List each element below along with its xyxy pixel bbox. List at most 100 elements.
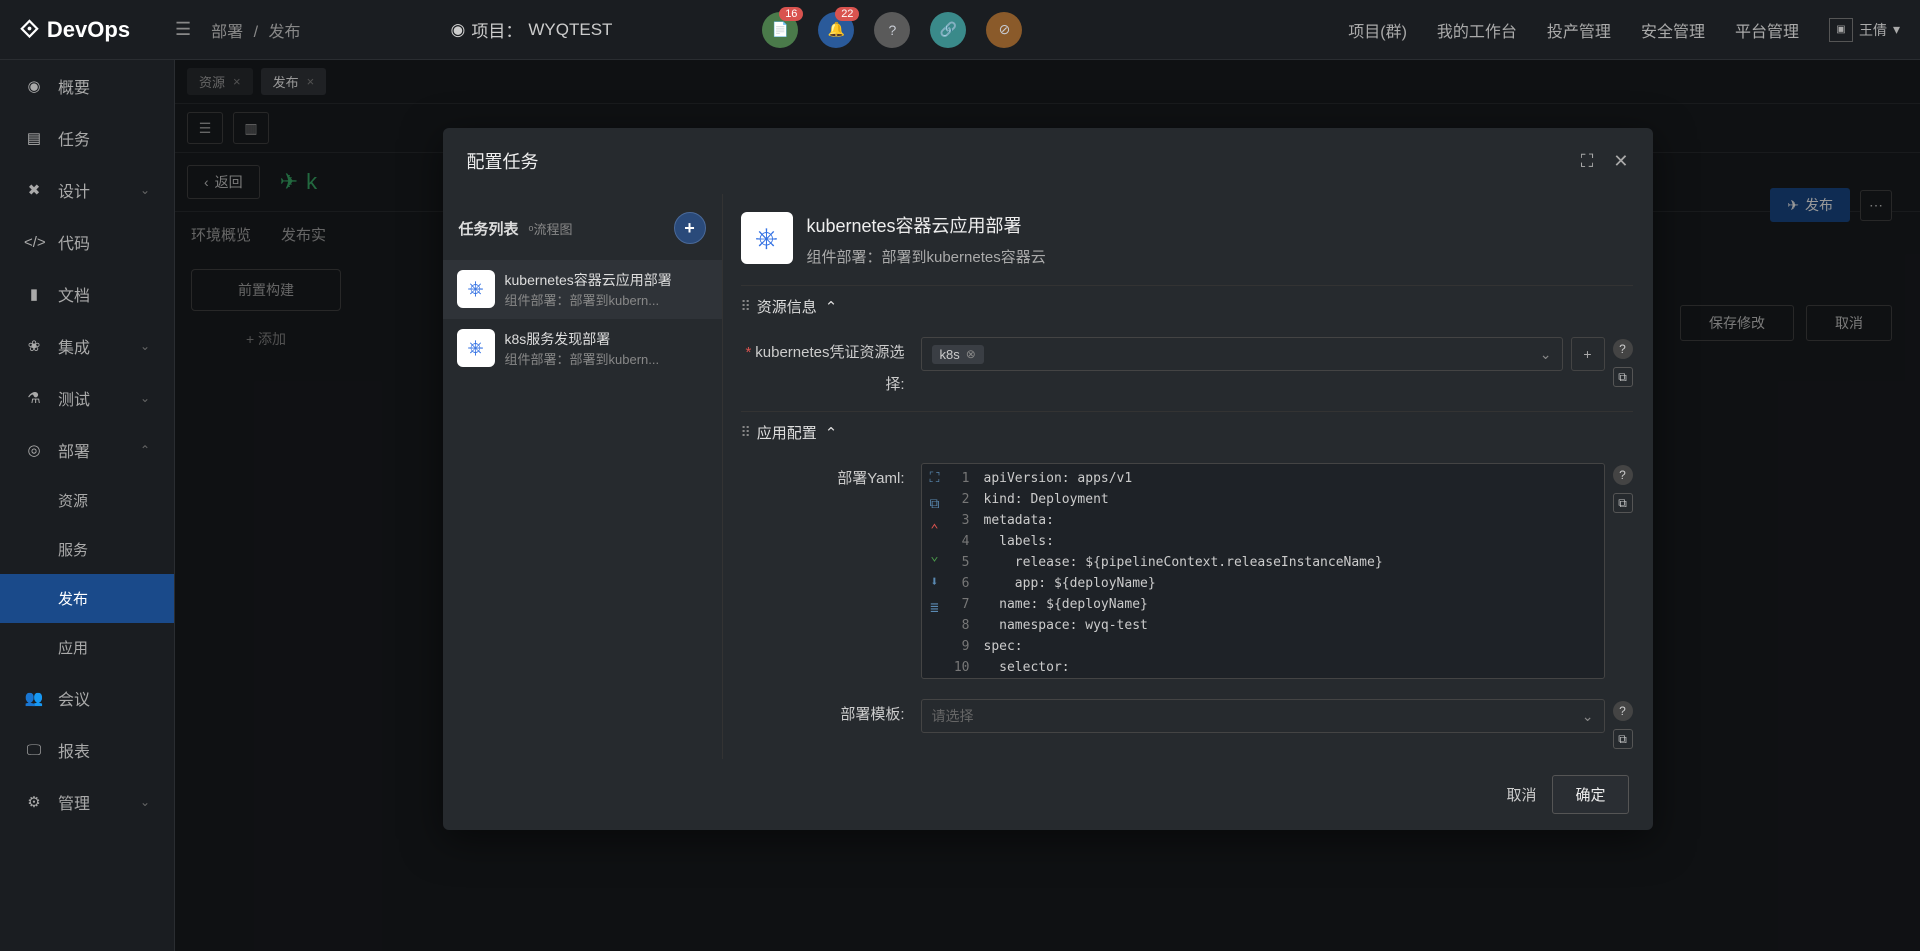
eye-icon: ◉ [451,20,466,40]
block-icon[interactable]: ⊘ [986,12,1022,48]
nav-projects[interactable]: 项目(群) [1348,18,1407,42]
main-area: 资源× 发布× ☰ ▥ ‹ 返回 ✈ k 环境概览 发布实 前置构建 + 添加 … [175,60,1920,951]
modal-cancel-button[interactable]: 取消 [1506,784,1536,805]
badge: 16 [779,7,803,21]
sidebar-item-code[interactable]: </>代码 [0,216,174,268]
section-resource-info[interactable]: 资源信息 ⌃ [741,285,1633,327]
sidebar-item-deploy[interactable]: ◎部署⌃ [0,424,174,476]
project-selector[interactable]: ◉ 项目： WYQTEST [451,17,613,42]
wrap-icon[interactable]: ≣ [930,600,938,616]
chevron-down-icon: ⌄ [140,391,150,405]
sidebar-item-reports[interactable]: 🖵报表 [0,724,174,776]
header-icon-group: 📄 16 🔔 22 ? 🔗 ⊘ [762,12,1022,48]
user-menu[interactable]: ▣ 王倩 ▾ [1829,18,1900,42]
sidebar-item-docs[interactable]: ▮文档 [0,268,174,320]
sidebar: ◉概要 ▤任务 ✖设计⌄ </>代码 ▮文档 ❀集成⌄ ⚗测试⌄ ◎部署⌃ 资源… [0,60,175,951]
yaml-editor[interactable]: ⛶ ⧉ ⌃ ⌄ ⬇ ≣ 123456789101112 apiVersion: … [921,463,1605,679]
help-icon[interactable]: ? [874,12,910,48]
copy-icon[interactable]: ⧉ [1613,367,1633,387]
help-icon[interactable]: ? [1613,465,1633,485]
template-select[interactable]: 请选择 ⌄ [921,699,1605,733]
flow-link[interactable]: ᵒ流程图 [529,219,573,238]
design-icon: ✖ [24,181,44,199]
field-label: *kubernetes凭证资源选择: [741,337,921,401]
sidebar-item-overview[interactable]: ◉概要 [0,60,174,112]
tasks-icon: ▤ [24,129,44,147]
help-icon[interactable]: ? [1613,339,1633,359]
add-task-button[interactable]: + [674,212,706,244]
modal-header: 配置任务 ⛶ ✕ [443,128,1653,194]
collapse-up-icon[interactable]: ⌃ [930,522,938,538]
copy-icon[interactable]: ⧉ [1613,729,1633,749]
form-row-template: 部署模板: 请选择 ⌄ ? ⧉ [741,689,1633,759]
task-subtitle: 组件部署：部署到kubern... [505,290,672,309]
modal-body: 任务列表 ᵒ流程图 + ⎈ kubernetes容器云应用部署 组件部署：部署到… [443,194,1653,759]
chevron-down-icon: ⌄ [140,339,150,353]
k8s-icon: ⎈ [457,329,495,367]
remove-tag-icon[interactable]: ⊗ [966,347,976,361]
config-header: ⎈ kubernetes容器云应用部署 组件部署：部署到kubernetes容器… [741,212,1653,267]
sidebar-item-integration[interactable]: ❀集成⌄ [0,320,174,372]
help-icon[interactable]: ? [1613,701,1633,721]
modal-mask: 配置任务 ⛶ ✕ 任务列表 ᵒ流程图 + ⎈ [175,60,1920,951]
chevron-up-icon: ⌃ [825,424,838,442]
copy-icon[interactable]: ⧉ [1613,493,1633,513]
copy-icon[interactable]: ⧉ [930,496,940,512]
test-icon: ⚗ [24,389,44,407]
sidebar-sub-resources[interactable]: 资源 [0,476,174,525]
line-numbers: 123456789101112 [948,464,976,678]
sidebar-item-test[interactable]: ⚗测试⌄ [0,372,174,424]
app-header: ⟐ DevOps ☰ 部署 / 发布 ◉ 项目： WYQTEST 📄 16 🔔 … [0,0,1920,60]
deploy-icon: ◎ [24,441,44,459]
nav-platform[interactable]: 平台管理 [1735,18,1799,42]
logo-text: DevOps [47,17,130,43]
credentials-select[interactable]: k8s ⊗ ⌄ [921,337,1563,371]
form-row-yaml: 部署Yaml: ⛶ ⧉ ⌃ ⌄ ⬇ ≣ [741,453,1633,689]
doc-icon[interactable]: 📄 16 [762,12,798,48]
chevron-up-icon: ⌃ [825,298,838,316]
user-name: 王倩 [1859,20,1887,40]
nav-workbench[interactable]: 我的工作台 [1437,18,1517,42]
modal-footer: 取消 确定 [443,759,1653,830]
modal-confirm-button[interactable]: 确定 [1552,775,1628,814]
bell-icon[interactable]: 🔔 22 [818,12,854,48]
expand-down-icon[interactable]: ⌄ [930,548,938,564]
breadcrumb-b[interactable]: 发布 [269,24,301,41]
link-icon[interactable]: 🔗 [930,12,966,48]
reports-icon: 🖵 [24,742,44,759]
config-title: kubernetes容器云应用部署 [807,212,1046,238]
config-subtitle: 组件部署：部署到kubernetes容器云 [807,246,1046,267]
nav-production[interactable]: 投产管理 [1547,18,1611,42]
badge: 22 [835,7,859,21]
task-list-header: 任务列表 ᵒ流程图 + [443,206,722,260]
breadcrumb-a[interactable]: 部署 [211,24,243,41]
sidebar-sub-apps[interactable]: 应用 [0,623,174,672]
menu-toggle-icon[interactable]: ☰ [175,19,191,40]
sidebar-sub-publish[interactable]: 发布 [0,574,174,623]
chevron-down-icon: ⌄ [1582,708,1594,725]
download-icon[interactable]: ⬇ [930,574,938,590]
nav-security[interactable]: 安全管理 [1641,18,1705,42]
logo[interactable]: ⟐ DevOps [20,16,175,44]
chevron-down-icon: ⌄ [140,183,150,197]
sidebar-item-tasks[interactable]: ▤任务 [0,112,174,164]
chevron-up-icon: ⌃ [140,443,150,457]
config-panel: ⎈ kubernetes容器云应用部署 组件部署：部署到kubernetes容器… [723,194,1653,759]
code-content[interactable]: apiVersion: apps/v1 kind: Deployment met… [976,464,1604,678]
sidebar-item-admin[interactable]: ⚙管理⌄ [0,776,174,828]
task-item[interactable]: ⎈ k8s服务发现部署 组件部署：部署到kubern... [443,319,722,378]
fullscreen-icon[interactable]: ⛶ [930,470,940,486]
docs-icon: ▮ [24,285,44,303]
fullscreen-icon[interactable]: ⛶ [1581,151,1594,172]
close-icon[interactable]: ✕ [1613,151,1628,172]
breadcrumb: 部署 / 发布 [211,18,300,42]
selected-tag: k8s ⊗ [932,345,984,364]
sidebar-item-design[interactable]: ✖设计⌄ [0,164,174,216]
k8s-icon: ⎈ [457,270,495,308]
chevron-down-icon: ▾ [1893,21,1900,38]
add-credential-button[interactable]: + [1571,337,1605,371]
sidebar-sub-services[interactable]: 服务 [0,525,174,574]
sidebar-item-meeting[interactable]: 👥会议 [0,672,174,724]
section-app-config[interactable]: 应用配置 ⌃ [741,411,1633,453]
task-item[interactable]: ⎈ kubernetes容器云应用部署 组件部署：部署到kubern... [443,260,722,319]
